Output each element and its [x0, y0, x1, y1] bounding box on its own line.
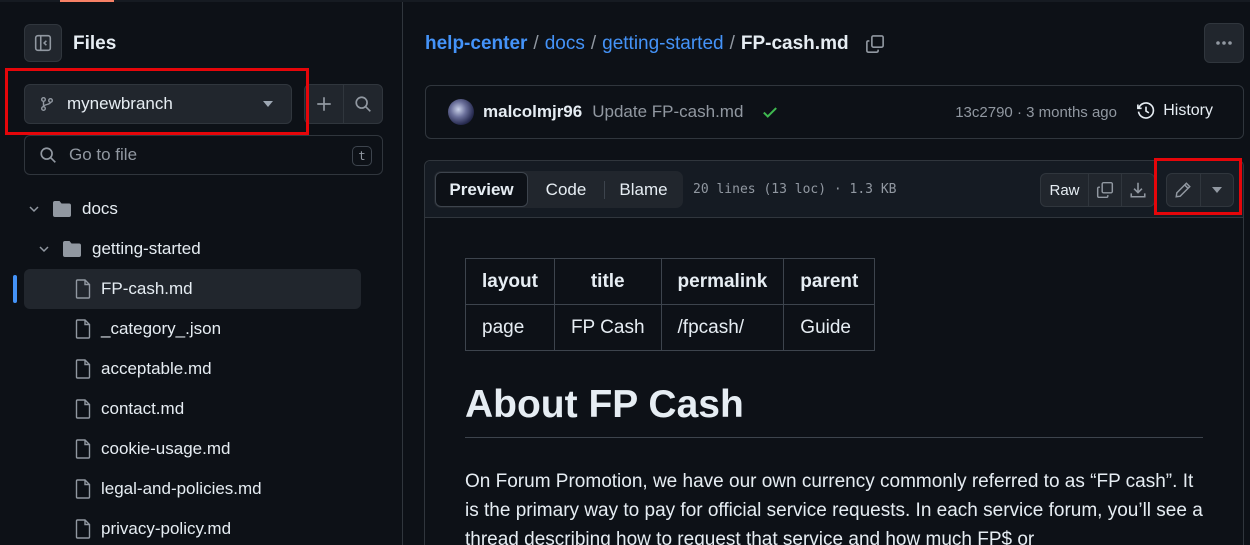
tree-actions	[304, 84, 383, 124]
view-mode-tabs: Preview Code Blame	[434, 171, 683, 208]
tree-folder-getting-started[interactable]: getting-started	[36, 229, 201, 269]
tree-file-acceptable[interactable]: acceptable.md	[75, 349, 212, 389]
breadcrumb: help-center / docs / getting-started / F…	[425, 33, 885, 55]
table-cell: Guide	[783, 304, 876, 351]
tree-file-privacy-policy[interactable]: privacy-policy.md	[75, 509, 231, 545]
search-icon	[355, 96, 371, 112]
table-cell: /fpcash/	[660, 304, 785, 351]
tree-item-label: legal-and-policies.md	[101, 479, 262, 498]
tree-file-cookie-usage[interactable]: cookie-usage.md	[75, 429, 230, 469]
tree-file-category-json[interactable]: _category_.json	[75, 309, 221, 349]
search-icon	[40, 147, 56, 163]
tree-item-label: acceptable.md	[101, 359, 212, 378]
search-button[interactable]	[343, 85, 382, 123]
highlight-box-branch	[5, 68, 309, 135]
tree-file-fp-cash[interactable]: FP-cash.md	[75, 269, 193, 309]
file-icon	[75, 519, 91, 539]
highlight-box-edit	[1154, 158, 1242, 215]
tree-item-label: cookie-usage.md	[101, 439, 231, 458]
frontmatter-table: layout title permalink parent page FP Ca…	[465, 258, 876, 351]
document-paragraph: On Forum Promotion, we have our own curr…	[465, 471, 1203, 545]
raw-actions: Raw	[1040, 173, 1155, 207]
tab-blame[interactable]: Blame	[605, 172, 682, 207]
commit-message[interactable]: Update FP-cash.md	[592, 102, 743, 122]
tree-file-contact[interactable]: contact.md	[75, 389, 184, 429]
go-to-file-input[interactable]: Go to file t	[24, 135, 383, 175]
history-label: History	[1163, 102, 1213, 119]
history-button[interactable]: History	[1136, 101, 1213, 121]
copy-raw-button[interactable]	[1088, 174, 1121, 206]
history-icon	[1137, 102, 1155, 119]
tree-item-label: contact.md	[101, 399, 185, 418]
document-heading: About FP Cash	[465, 383, 1203, 438]
table-header: permalink	[660, 258, 785, 305]
file-icon	[75, 439, 91, 459]
file-icon	[75, 359, 91, 379]
collapse-sidebar-button[interactable]	[24, 24, 62, 62]
commit-author[interactable]: malcolmjr96	[483, 102, 582, 122]
tree-file-legal-and-policies[interactable]: legal-and-policies.md	[75, 469, 262, 509]
breadcrumb-docs-link[interactable]: docs	[545, 33, 585, 55]
plus-icon	[317, 97, 331, 111]
tree-folder-docs[interactable]: docs	[26, 189, 118, 229]
file-icon	[75, 319, 91, 339]
sidebar-collapse-icon	[34, 34, 52, 52]
folder-open-icon	[53, 201, 71, 217]
copy-icon	[1096, 181, 1114, 199]
tab-preview[interactable]: Preview	[435, 172, 528, 207]
breadcrumb-current-file: FP-cash.md	[740, 33, 849, 54]
tree-item-label: getting-started	[92, 239, 201, 258]
tree-item-label: FP-cash.md	[101, 279, 193, 298]
table-header: layout	[465, 258, 555, 305]
file-icon	[75, 479, 91, 499]
table-cell: page	[465, 304, 555, 351]
file-size-info: 20 lines (13 loc) · 1.3 KB	[693, 182, 897, 197]
copy-path-button[interactable]	[865, 34, 885, 54]
download-icon	[1130, 182, 1146, 198]
copy-icon	[865, 35, 884, 53]
tab-code[interactable]: Code	[528, 172, 604, 207]
file-icon	[75, 279, 91, 299]
table-header: title	[553, 258, 662, 305]
table-row: page FP Cash /fpcash/ Guide	[465, 304, 876, 351]
file-icon	[75, 399, 91, 419]
tree-item-label: docs	[82, 199, 118, 218]
breadcrumb-getting-started-link[interactable]: getting-started	[602, 33, 723, 55]
breadcrumb-repo-link[interactable]: help-center	[425, 33, 527, 55]
add-file-button[interactable]	[305, 85, 343, 123]
breadcrumb-separator: /	[590, 33, 597, 54]
check-icon[interactable]	[761, 103, 779, 121]
file-header: Preview Code Blame 20 lines (13 loc) · 1…	[425, 161, 1243, 218]
chevron-down-icon	[29, 206, 39, 213]
files-title: Files	[73, 33, 117, 54]
tree-item-label: _category_.json	[101, 319, 222, 338]
keyboard-shortcut-hint: t	[352, 146, 372, 166]
tree-item-label: privacy-policy.md	[101, 519, 232, 538]
kebab-horizontal-icon	[1216, 41, 1232, 45]
latest-commit-bar: malcolmjr96 Update FP-cash.md 13c2790 · …	[425, 85, 1244, 139]
raw-button[interactable]: Raw	[1041, 174, 1088, 206]
table-header-row: layout title permalink parent	[465, 258, 876, 305]
avatar[interactable]	[448, 99, 474, 125]
more-options-button[interactable]	[1204, 23, 1244, 63]
table-cell: FP Cash	[553, 304, 662, 351]
chevron-down-icon	[39, 246, 49, 253]
file-view: Preview Code Blame 20 lines (13 loc) · 1…	[424, 160, 1244, 545]
go-to-file-placeholder: Go to file	[69, 145, 138, 164]
breadcrumb-separator: /	[729, 33, 735, 54]
breadcrumb-separator: /	[533, 33, 539, 54]
table-header: parent	[783, 258, 876, 305]
folder-open-icon	[63, 241, 81, 257]
selected-indicator	[13, 275, 17, 303]
commit-sha-time[interactable]: 13c2790 · 3 months ago	[955, 104, 1117, 121]
download-button[interactable]	[1121, 174, 1154, 206]
